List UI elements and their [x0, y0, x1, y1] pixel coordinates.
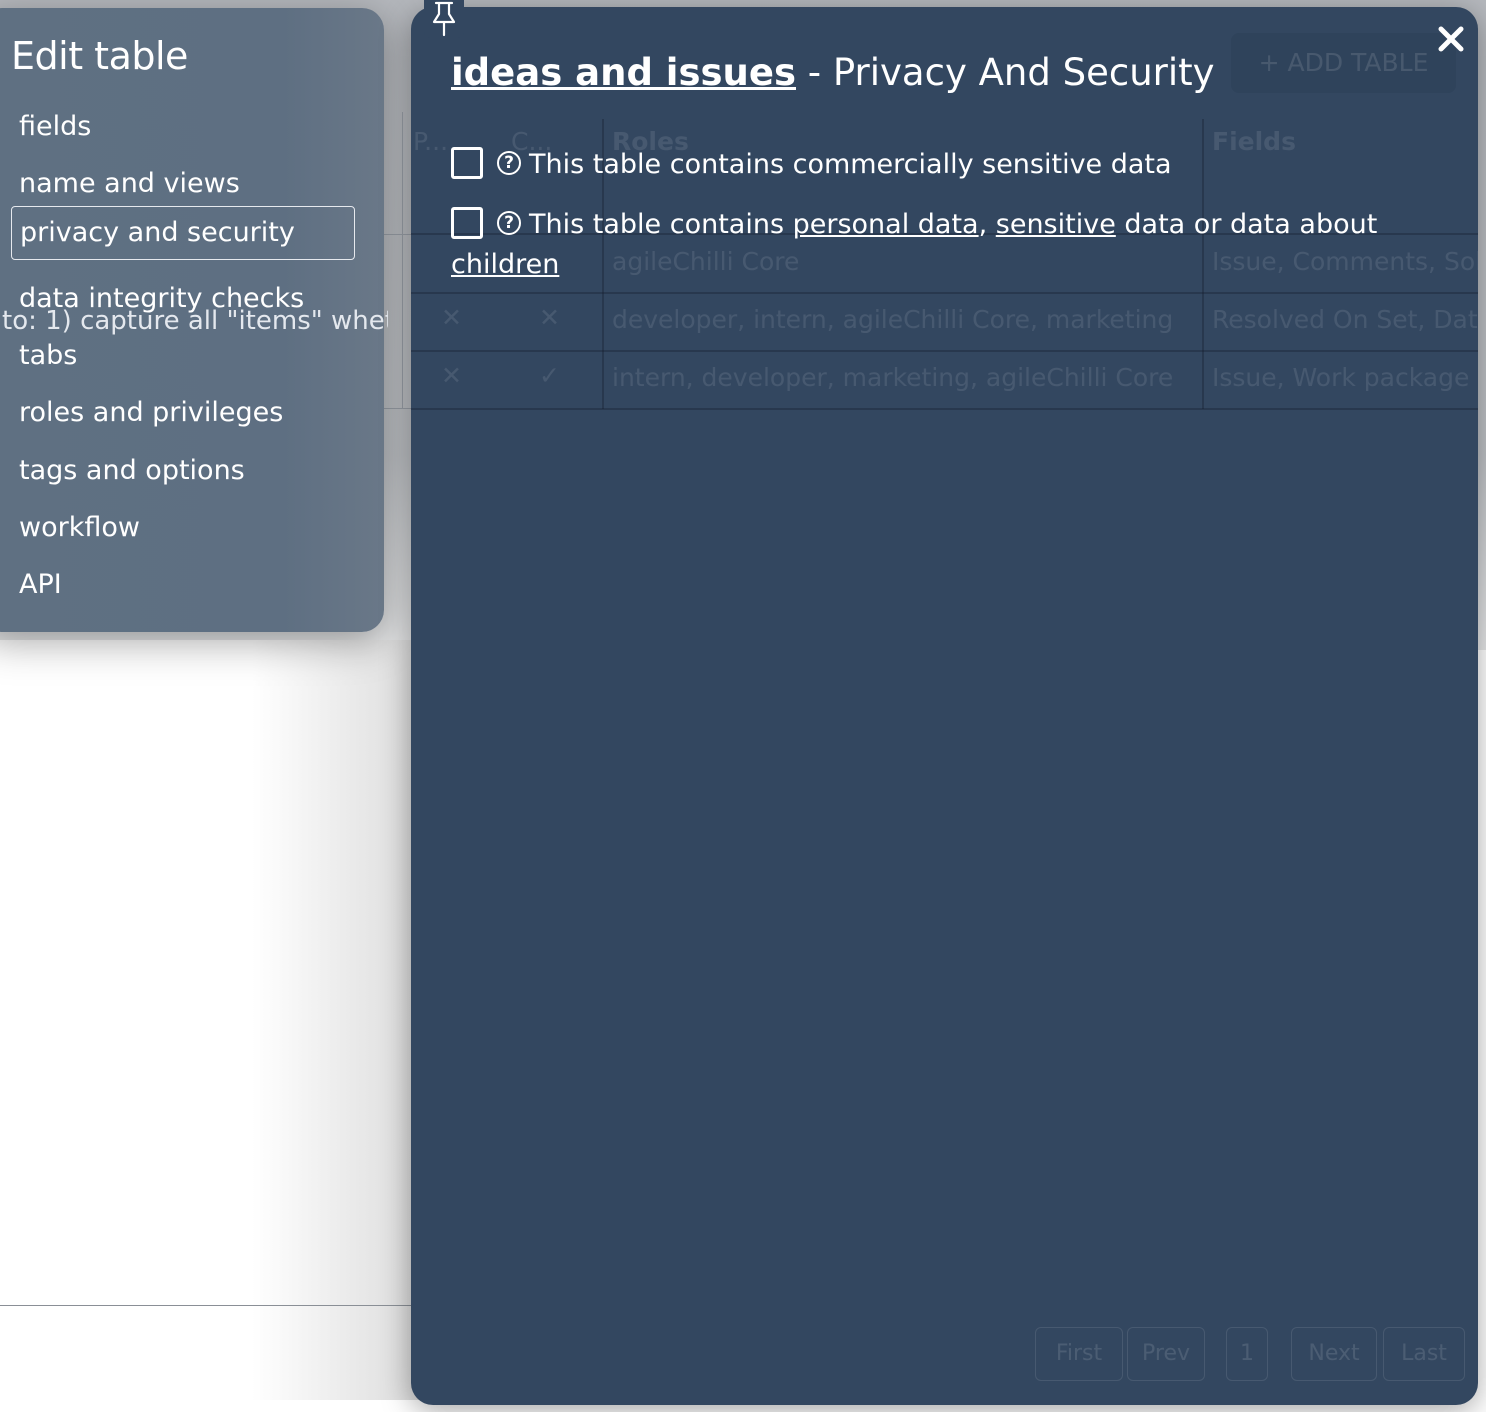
- ghost-check-icon: ✓: [539, 361, 560, 390]
- menu-item-workflow[interactable]: workflow: [11, 501, 355, 555]
- ghost-col-p: P...: [413, 127, 449, 156]
- ghost-row-line: [411, 408, 1478, 410]
- ghost-cell-fields: Issue, Work package: [1212, 363, 1470, 392]
- commercially-sensitive-checkbox[interactable]: [451, 146, 483, 179]
- menu-item-tabs[interactable]: tabs: [11, 329, 355, 383]
- table-name-link[interactable]: ideas and issues: [451, 51, 796, 94]
- dialog-heading: ideas and issues - Privacy And Security: [451, 51, 1215, 94]
- ghost-pager-last: Last: [1383, 1327, 1465, 1381]
- ghost-pager-page: 1: [1226, 1327, 1268, 1381]
- ghost-pager-prev: Prev: [1127, 1327, 1205, 1381]
- close-icon: [1438, 26, 1464, 52]
- menu-item-api[interactable]: API: [11, 558, 355, 612]
- add-table-button-ghost: + ADD TABLE: [1231, 33, 1456, 93]
- privacy-security-dialog: + ADD TABLE P... C... Roles Fields agile…: [411, 7, 1478, 1405]
- personal-data-comma: ,: [978, 209, 996, 240]
- heading-separator: -: [796, 51, 833, 94]
- ghost-row-line: [411, 350, 1478, 352]
- menu-item-name-and-views[interactable]: name and views: [11, 157, 355, 211]
- ghost-pager-next: Next: [1291, 1327, 1377, 1381]
- sensitive-link[interactable]: sensitive: [996, 209, 1116, 240]
- section-title: Privacy And Security: [832, 51, 1215, 94]
- pin-icon: [432, 1, 456, 37]
- background-col-line: [402, 112, 403, 408]
- ghost-cell-fields: Resolved On Set, Date: [1212, 305, 1478, 334]
- commercially-sensitive-option: ? This table contains commercially sensit…: [451, 145, 1411, 185]
- personal-data-option: ? This table contains personal data, sens…: [451, 205, 1411, 285]
- menu-item-roles-and-privileges[interactable]: roles and privileges: [11, 386, 355, 440]
- commercially-sensitive-label: This table contains commercially sensiti…: [529, 149, 1172, 180]
- personal-data-checkbox[interactable]: [451, 206, 483, 239]
- pin-button[interactable]: [424, 0, 464, 38]
- ghost-cross-icon: ✕: [441, 303, 462, 332]
- children-link[interactable]: children: [451, 249, 559, 280]
- personal-data-label-start: This table contains: [529, 209, 793, 240]
- menu-item-privacy-and-security[interactable]: privacy and security: [11, 206, 355, 260]
- menu-item-fields[interactable]: fields: [11, 100, 355, 154]
- ghost-row-line: [411, 292, 1478, 294]
- personal-data-link[interactable]: personal data: [793, 209, 979, 240]
- ghost-cross-icon: ✕: [441, 361, 462, 390]
- edit-table-menu: Edit table fields name and views privacy…: [0, 8, 388, 632]
- menu-item-tags-and-options[interactable]: tags and options: [11, 444, 355, 498]
- ghost-cell-roles: developer, intern, agileChilli Core, mar…: [612, 305, 1174, 334]
- help-circle-icon[interactable]: ?: [497, 150, 521, 175]
- ghost-cross-icon: ✕: [539, 303, 560, 332]
- background-fade: [0, 640, 420, 1400]
- ghost-pager-first: First: [1035, 1327, 1123, 1381]
- personal-data-label-middle: data or data about: [1115, 209, 1378, 240]
- close-button[interactable]: [1433, 21, 1469, 57]
- help-circle-icon[interactable]: ?: [497, 210, 521, 235]
- menu-title: Edit table: [11, 34, 188, 78]
- ghost-cell-roles: intern, developer, marketing, agileChill…: [612, 363, 1174, 392]
- background-divider: [0, 1305, 420, 1306]
